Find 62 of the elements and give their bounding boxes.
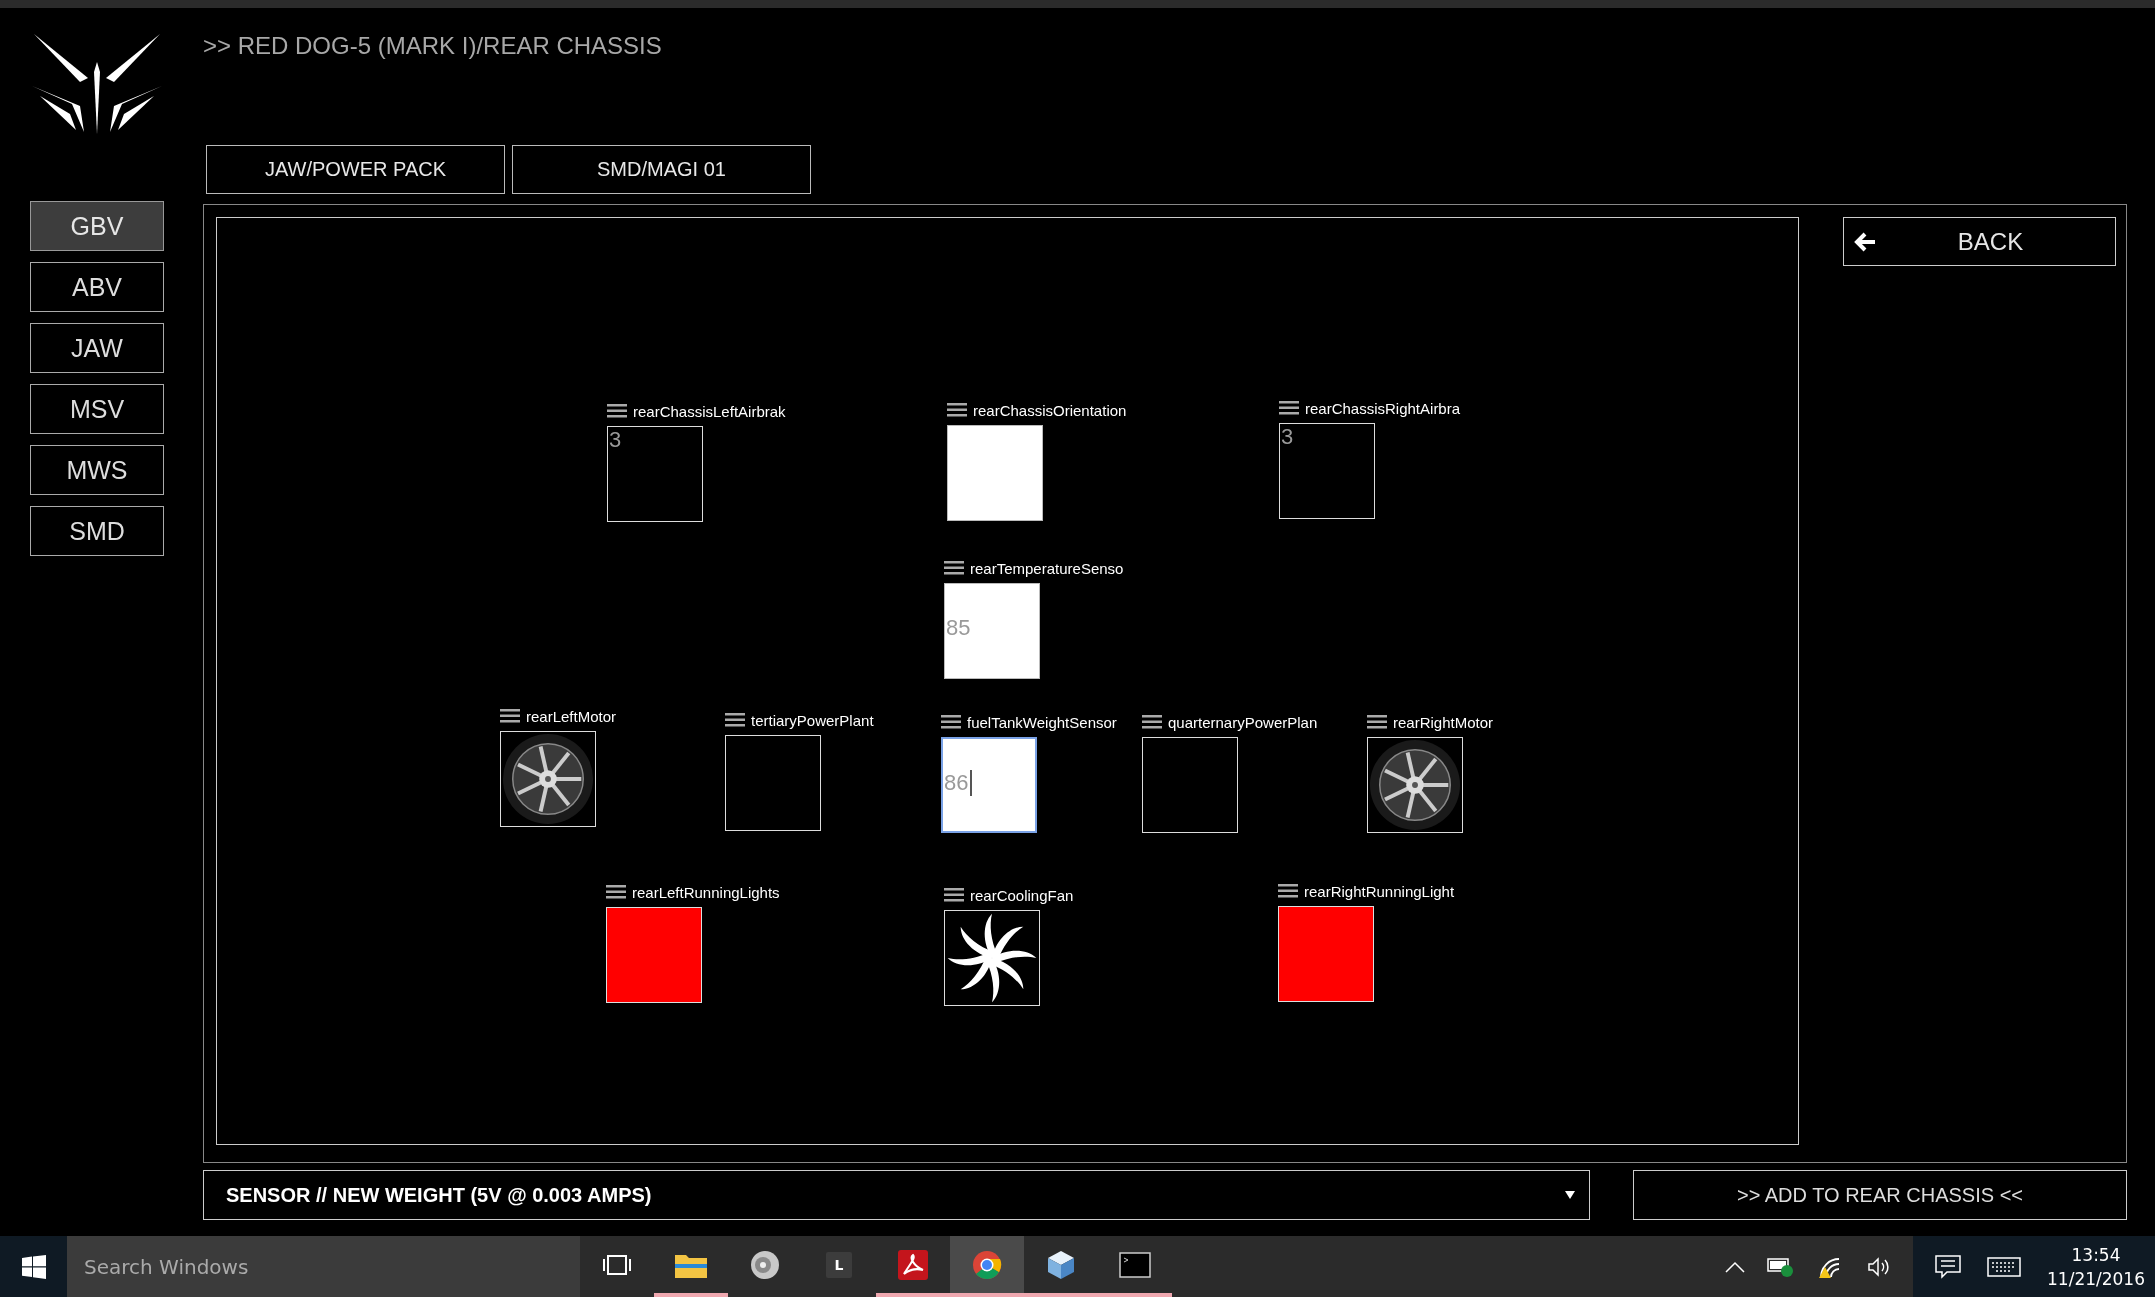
cube-icon [1046,1249,1076,1280]
component-label: rearLeftRunningLights [632,883,780,901]
light-swatch[interactable] [606,907,702,1003]
volume-icon[interactable] [1867,1255,1891,1278]
menu-icon[interactable] [944,888,964,902]
sidebar-item[interactable]: GBV [30,201,164,251]
value-field[interactable] [947,425,1043,521]
menu-icon[interactable] [606,885,626,899]
search-field[interactable]: Search Windows [67,1236,580,1297]
component-label: fuelTankWeightSensor [967,713,1117,731]
clock-time[interactable]: 13:54 [2071,1242,2121,1267]
component-label: rearLeftMotor [526,707,617,725]
menu-icon[interactable] [1142,715,1162,729]
menu-icon[interactable] [1367,715,1387,729]
back-button[interactable]: BACK [1843,217,2116,266]
dropdown-arrow-icon [1565,1191,1575,1199]
sidebar-item[interactable]: MWS [30,445,164,495]
notification-icon[interactable] [1935,1254,1961,1279]
sidebar-item[interactable]: ABV [30,262,164,312]
menu-icon[interactable] [725,713,745,727]
menu-icon[interactable] [1279,401,1299,415]
battery-icon[interactable] [1767,1255,1795,1278]
menu-icon[interactable] [941,715,961,729]
component-label: rearTemperatureSenso [970,559,1124,577]
value-field[interactable] [725,735,821,831]
app-tile: L [826,1251,852,1278]
value-field[interactable]: 3 [1279,423,1375,519]
browser-icon [972,1249,1002,1280]
value-field[interactable] [1142,737,1238,833]
sidebar-item[interactable]: SMD [30,506,164,556]
clock-date[interactable]: 11/21/2016 [2047,1266,2145,1291]
component-label: rearRightRunningLight [1304,882,1455,900]
component-label: rearChassisLeftAirbrak [633,402,786,420]
component-label: rearChassisOrientation [973,401,1127,419]
light-swatch[interactable] [1278,906,1374,1002]
component-label: tertiaryPowerPlant [751,711,874,729]
breadcrumb: >> RED DOG-5 (MARK I)/REAR CHASSIS [203,32,663,61]
component-label: quarternaryPowerPlan [1168,713,1318,731]
menu-icon[interactable] [1278,884,1298,898]
left-arrow-icon [1854,231,1876,252]
component-dropdown[interactable]: SENSOR // NEW WEIGHT (5V @ 0.003 AMPS) [203,1170,1590,1220]
tab[interactable]: JAW/POWER PACK [206,145,505,194]
pdf-icon [898,1249,928,1280]
component-label: rearCoolingFan [970,886,1074,904]
add-button[interactable]: >> ADD TO REAR CHASSIS << [1633,1170,2127,1220]
taskbar-app[interactable]: L [802,1236,876,1297]
windows-logo-icon[interactable] [21,1254,46,1279]
terminal-icon [1119,1251,1151,1278]
task-view-icon [602,1253,632,1276]
menu-icon[interactable] [607,404,627,418]
menu-icon[interactable] [500,709,520,723]
menu-icon[interactable] [947,403,967,417]
component-label: rearChassisRightAirbra [1305,399,1461,417]
menu-icon[interactable] [944,561,964,575]
component-label: rearRightMotor [1393,713,1494,731]
value-field[interactable]: 3 [607,426,703,522]
tab[interactable]: SMD/MAGI 01 [512,145,811,194]
keyboard-icon[interactable] [1987,1256,2021,1277]
chevron-up-icon[interactable] [1725,1260,1745,1273]
sidebar-item[interactable]: MSV [30,384,164,434]
speaker-icon [750,1249,780,1280]
sidebar-item[interactable]: JAW [30,323,164,373]
